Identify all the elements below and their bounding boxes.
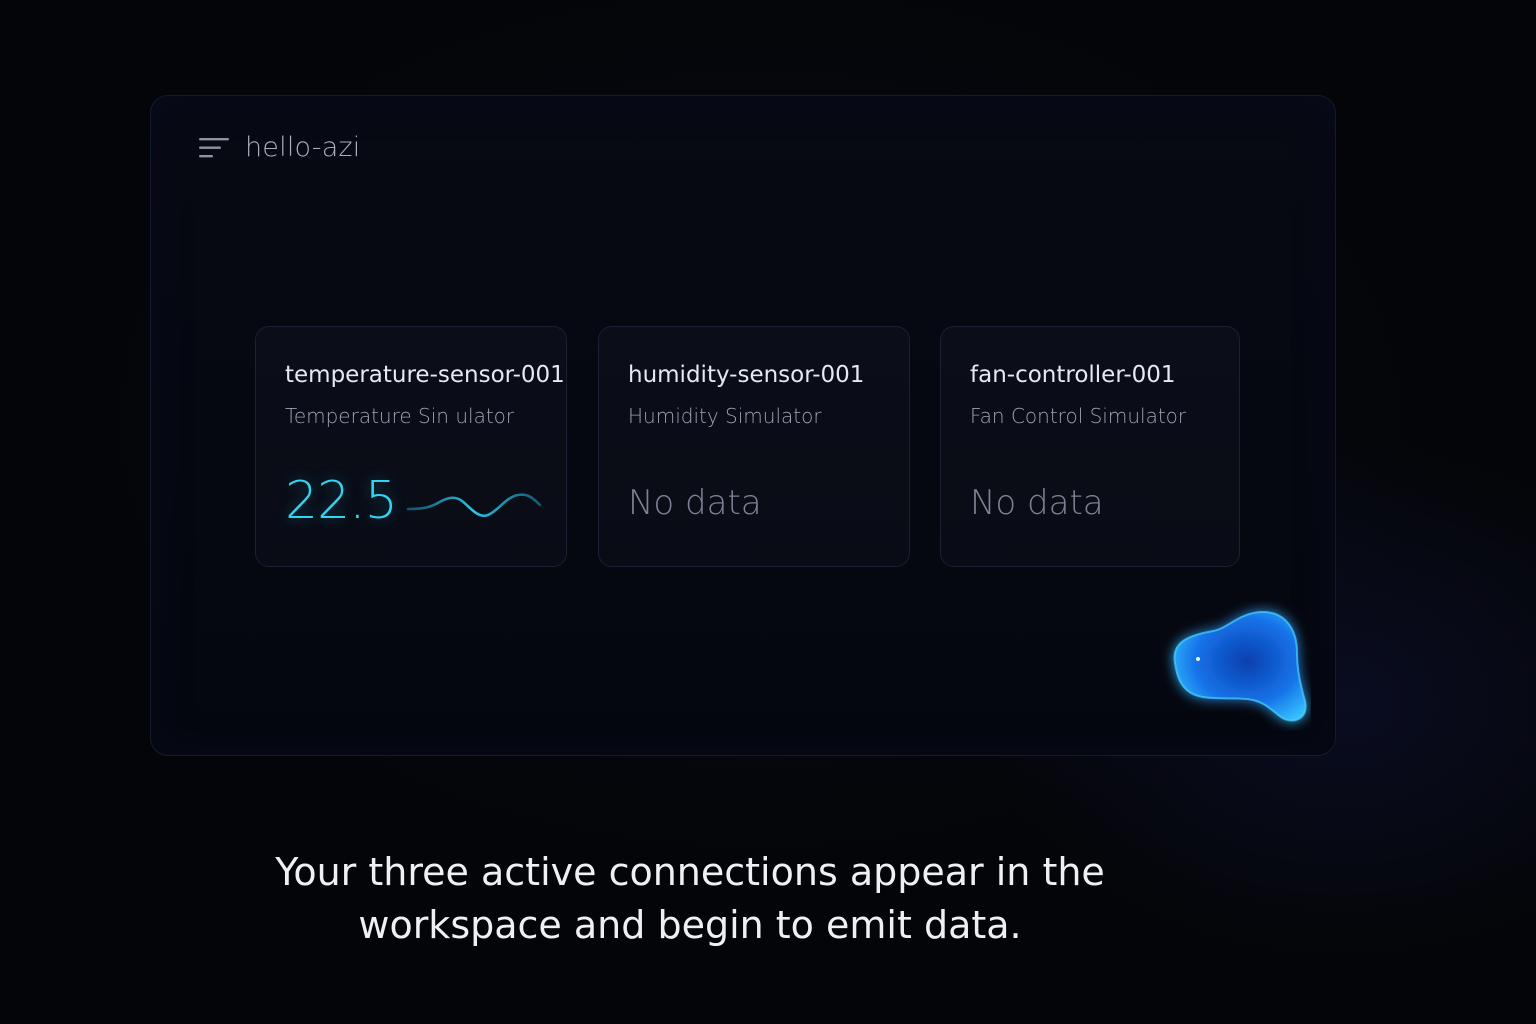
device-reading: 22.5 [285, 471, 398, 531]
glowing-blob-icon[interactable] [1161, 601, 1311, 731]
device-type: Humidity Simulator [628, 404, 822, 428]
device-card-humidity-sensor[interactable]: humidity-sensor-001 Humidity Simulator N… [598, 326, 910, 567]
wave-sparkline-icon [406, 493, 542, 518]
page: hello-azi temperature-sensor-001 Tempera… [0, 0, 1536, 1024]
device-type: Temperature Sin ulator [285, 404, 515, 428]
workspace-header: hello-azi [199, 132, 361, 163]
workspace-panel: hello-azi temperature-sensor-001 Tempera… [150, 95, 1336, 756]
workspace-title: hello-azi [245, 132, 361, 163]
device-card-temperature-sensor[interactable]: temperature-sensor-001 Temperature Sin u… [255, 326, 567, 567]
device-name: temperature-sensor-001 [285, 362, 565, 388]
device-reading-empty: No data [970, 483, 1104, 523]
device-reading-empty: No data [628, 483, 762, 523]
device-card-fan-controller[interactable]: fan-controller-001 Fan Control Simulator… [940, 326, 1240, 567]
device-name: fan-controller-001 [970, 362, 1176, 388]
device-name: humidity-sensor-001 [628, 362, 865, 388]
onboarding-caption: Your three active connections appear in … [230, 846, 1150, 952]
caption-line-1: Your three active connections appear in … [275, 850, 1105, 894]
caption-line-2: workspace and begin to emit data. [358, 903, 1022, 947]
menu-lines-icon[interactable] [199, 137, 229, 159]
device-type: Fan Control Simulator [970, 404, 1187, 428]
